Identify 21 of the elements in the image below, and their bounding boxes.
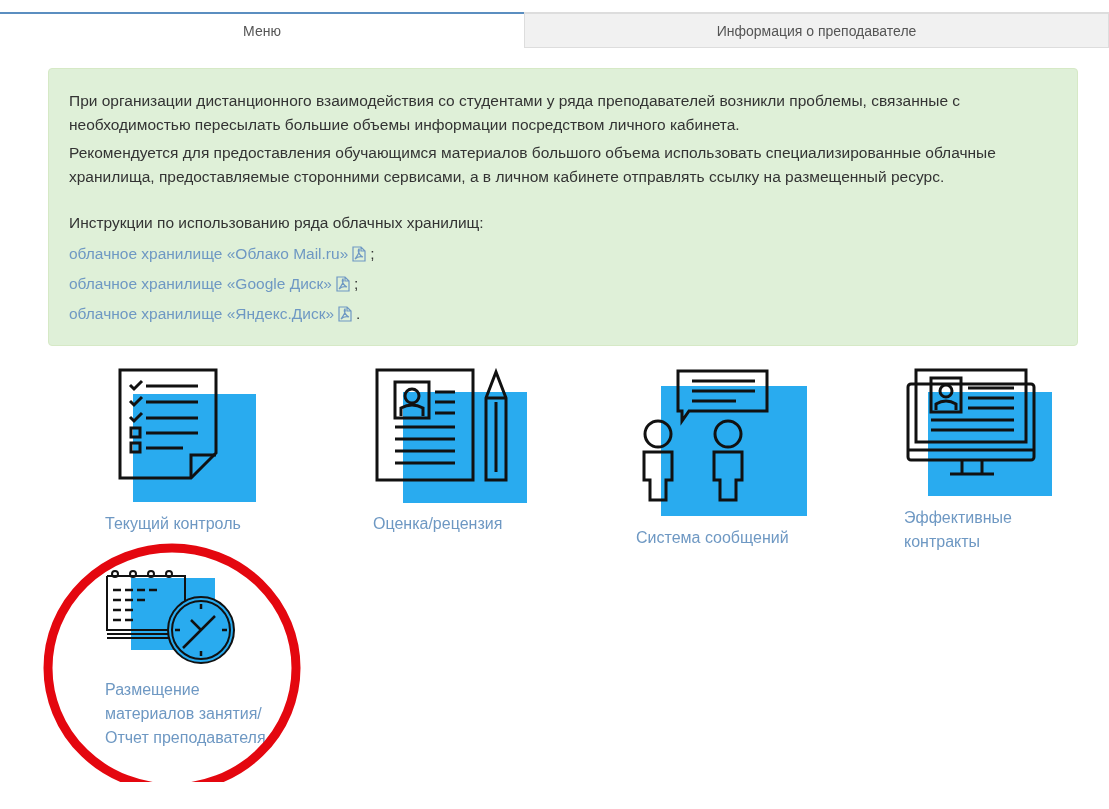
menu-link[interactable]: Текущий контроль bbox=[105, 512, 270, 536]
notice-paragraph: Рекомендуется для предоставления обучающимся материалов большого объема использовать специализированные облачные хранилища, предоставляемые сторонними сервисами, а в личном кабинете отправлять ссылку на размещенный ресурс. bbox=[69, 143, 997, 187]
checklist-icon bbox=[118, 368, 258, 504]
punctuation: . bbox=[356, 304, 361, 324]
pdf-icon[interactable] bbox=[352, 246, 367, 262]
storage-link[interactable]: облачное хранилище «Яндекс.Диск» bbox=[69, 302, 335, 326]
punctuation: ; bbox=[370, 244, 375, 264]
monitor-profile-icon bbox=[906, 368, 1054, 498]
menu-link[interactable]: Эффективные контракты bbox=[904, 506, 1069, 554]
tab[interactable]: Информация о преподавателе bbox=[524, 12, 1109, 48]
punctuation: ; bbox=[353, 274, 359, 294]
menu-link[interactable]: Размещение материалов занятия/Отчет преподавателя bbox=[105, 678, 270, 750]
storage-link[interactable]: облачное хранилище «Облако Mail.ru» bbox=[69, 242, 349, 266]
menu-link[interactable]: Система сообщений bbox=[636, 526, 801, 550]
notice-paragraph: При организации дистанционного взаимодействия со студентами у ряда преподавателей возникли проблемы, связанные с необходимостью пересылать большие объемы информации посредством личного кабинета. bbox=[69, 91, 962, 135]
document-pencil-icon bbox=[375, 368, 529, 504]
storage-link[interactable]: облачное хранилище «Google Диск» bbox=[69, 272, 332, 296]
pdf-icon[interactable] bbox=[335, 276, 350, 292]
instructions-heading: Инструкции по использованию ряда облачных хранилищ: bbox=[69, 213, 485, 233]
menu-link[interactable]: Оценка/рецензия bbox=[373, 512, 538, 536]
pdf-icon[interactable] bbox=[338, 306, 353, 322]
